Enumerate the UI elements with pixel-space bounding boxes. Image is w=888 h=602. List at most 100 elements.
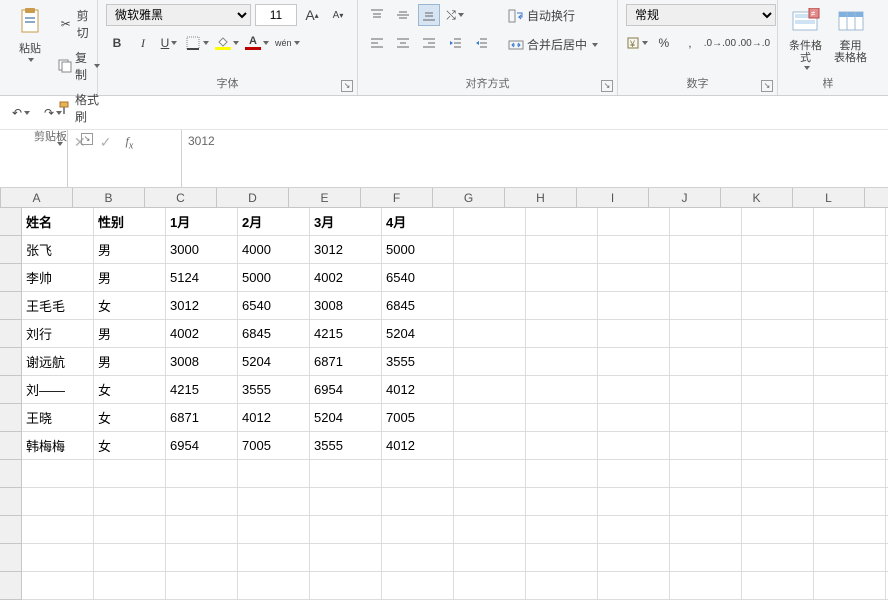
- cell[interactable]: [598, 264, 670, 292]
- merge-center-button[interactable]: 合并后居中: [504, 33, 602, 56]
- cell[interactable]: [166, 488, 238, 516]
- cell[interactable]: 6845: [382, 292, 454, 320]
- redo-button[interactable]: ↷: [42, 102, 64, 124]
- cell[interactable]: [670, 264, 742, 292]
- cell[interactable]: [22, 544, 94, 572]
- cell[interactable]: [22, 488, 94, 516]
- align-center-button[interactable]: [392, 32, 414, 54]
- decrease-decimal-button[interactable]: .00→.0: [739, 32, 769, 54]
- cell[interactable]: [598, 376, 670, 404]
- column-header[interactable]: A: [1, 188, 73, 207]
- cell[interactable]: [22, 460, 94, 488]
- cell[interactable]: 5204: [238, 348, 310, 376]
- format-as-table-button[interactable]: 套用 表格格: [831, 4, 870, 66]
- percent-button[interactable]: %: [653, 32, 675, 54]
- cell[interactable]: 性别: [94, 208, 166, 236]
- align-bottom-button[interactable]: [418, 4, 440, 26]
- cell[interactable]: [814, 376, 886, 404]
- cell[interactable]: 3012: [166, 292, 238, 320]
- cell[interactable]: 3555: [238, 376, 310, 404]
- cell[interactable]: 4000: [238, 236, 310, 264]
- cell[interactable]: 3月: [310, 208, 382, 236]
- dialog-launcher-icon[interactable]: ↘: [761, 80, 773, 92]
- cell[interactable]: 王晓: [22, 404, 94, 432]
- cell[interactable]: [454, 488, 526, 516]
- cell[interactable]: [742, 376, 814, 404]
- cell[interactable]: [526, 348, 598, 376]
- cell[interactable]: 谢远航: [22, 348, 94, 376]
- dialog-launcher-icon[interactable]: ↘: [81, 133, 93, 145]
- cell[interactable]: 男: [94, 264, 166, 292]
- cell[interactable]: 3555: [382, 348, 454, 376]
- cell[interactable]: [670, 348, 742, 376]
- wrap-text-button[interactable]: 自动换行: [504, 4, 602, 27]
- row-header[interactable]: [0, 516, 22, 544]
- row-header[interactable]: [0, 376, 22, 404]
- cell[interactable]: 刘行: [22, 320, 94, 348]
- column-header[interactable]: M: [865, 188, 888, 207]
- font-size-input[interactable]: [255, 4, 297, 26]
- cell[interactable]: [814, 516, 886, 544]
- cell[interactable]: 6540: [238, 292, 310, 320]
- cell[interactable]: 3555: [310, 432, 382, 460]
- cell[interactable]: 4012: [238, 404, 310, 432]
- cell[interactable]: 3000: [166, 236, 238, 264]
- cell[interactable]: 4月: [382, 208, 454, 236]
- bold-button[interactable]: B: [106, 32, 128, 54]
- dialog-launcher-icon[interactable]: ↘: [341, 80, 353, 92]
- column-header[interactable]: C: [145, 188, 217, 207]
- cell[interactable]: [670, 208, 742, 236]
- cell[interactable]: [742, 544, 814, 572]
- cell[interactable]: 韩梅梅: [22, 432, 94, 460]
- cell[interactable]: [166, 572, 238, 600]
- column-header[interactable]: K: [721, 188, 793, 207]
- cell[interactable]: [598, 320, 670, 348]
- cell[interactable]: 3012: [310, 236, 382, 264]
- cell[interactable]: 6540: [382, 264, 454, 292]
- row-header[interactable]: [0, 264, 22, 292]
- cell[interactable]: [454, 348, 526, 376]
- font-name-select[interactable]: 微软雅黑: [106, 4, 251, 26]
- row-header[interactable]: [0, 208, 22, 236]
- cell[interactable]: [598, 292, 670, 320]
- cell[interactable]: 3008: [310, 292, 382, 320]
- cell[interactable]: [814, 348, 886, 376]
- cell[interactable]: 1月: [166, 208, 238, 236]
- cell[interactable]: [166, 460, 238, 488]
- cell[interactable]: 男: [94, 348, 166, 376]
- cell[interactable]: [382, 544, 454, 572]
- row-header[interactable]: [0, 460, 22, 488]
- cell[interactable]: [382, 460, 454, 488]
- cell[interactable]: [238, 488, 310, 516]
- italic-button[interactable]: I: [132, 32, 154, 54]
- cell[interactable]: [526, 432, 598, 460]
- cell[interactable]: [742, 432, 814, 460]
- cell[interactable]: [94, 460, 166, 488]
- cell[interactable]: [526, 544, 598, 572]
- row-header[interactable]: [0, 320, 22, 348]
- cell[interactable]: [670, 460, 742, 488]
- formula-input[interactable]: [188, 134, 882, 148]
- row-header[interactable]: [0, 544, 22, 572]
- cell[interactable]: [814, 292, 886, 320]
- cell[interactable]: [454, 572, 526, 600]
- cell[interactable]: [526, 320, 598, 348]
- cell[interactable]: [310, 460, 382, 488]
- cell[interactable]: 5204: [310, 404, 382, 432]
- fill-color-button[interactable]: [214, 32, 240, 54]
- cell[interactable]: [454, 264, 526, 292]
- cell[interactable]: [382, 572, 454, 600]
- cell[interactable]: [94, 516, 166, 544]
- cell[interactable]: 6871: [166, 404, 238, 432]
- cell[interactable]: [742, 292, 814, 320]
- cell[interactable]: 4002: [166, 320, 238, 348]
- cell[interactable]: 4215: [310, 320, 382, 348]
- borders-button[interactable]: [184, 32, 210, 54]
- column-header[interactable]: J: [649, 188, 721, 207]
- row-header[interactable]: [0, 488, 22, 516]
- cell[interactable]: 女: [94, 376, 166, 404]
- orientation-button[interactable]: ⤭: [444, 4, 466, 26]
- cell[interactable]: 4012: [382, 376, 454, 404]
- cell[interactable]: [526, 292, 598, 320]
- cell[interactable]: [166, 516, 238, 544]
